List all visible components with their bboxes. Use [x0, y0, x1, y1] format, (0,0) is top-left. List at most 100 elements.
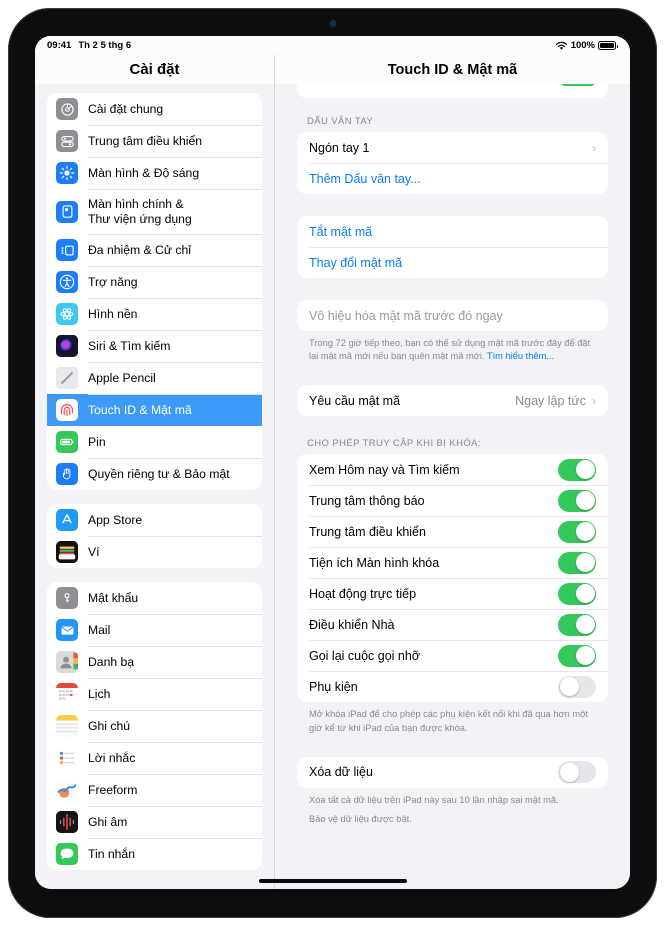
- sidebar-item-label: Freeform: [88, 782, 138, 797]
- sidebar-item-5[interactable]: Đa nhiệm & Cử chỉ: [47, 234, 262, 266]
- finger-1-row[interactable]: Ngón tay 1 ›: [297, 132, 608, 163]
- sidebar-item-1[interactable]: Mật khẩu: [47, 582, 262, 614]
- sidebar-item-1[interactable]: Cài đặt chung: [47, 93, 262, 125]
- contacts-icon: [56, 651, 78, 673]
- lock-access-toggle[interactable]: [558, 644, 596, 667]
- chevron-right-icon: ›: [592, 140, 596, 155]
- sidebar-item-2[interactable]: Ví: [47, 536, 262, 568]
- erase-data-footnote-1: Xóa tất cả dữ liệu trên iPad này sau 10 …: [309, 794, 559, 805]
- wifi-icon: [555, 41, 567, 50]
- expire-passcode-row[interactable]: Vô hiệu hóa mật mã trước đó ngay: [297, 300, 608, 331]
- home-indicator[interactable]: [258, 878, 407, 883]
- lock-access-label: Phụ kiện: [309, 679, 358, 694]
- require-passcode-card: Yêu cầu mật mã Ngay lập tức ›: [297, 385, 608, 417]
- change-passcode-row[interactable]: Thay đổi mật mã: [297, 247, 608, 278]
- lock-access-row-7[interactable]: Gọi lại cuộc gọi nhỡ: [297, 640, 608, 671]
- lock-access-toggle[interactable]: [558, 458, 596, 481]
- lock-access-row-3[interactable]: Trung tâm điều khiển: [297, 516, 608, 547]
- sidebar-item-9[interactable]: Apple Pencil: [47, 362, 262, 394]
- fingerprint-card: Ngón tay 1 › Thêm Dấu vân tay...: [297, 132, 608, 194]
- sidebar-item-10[interactable]: Touch ID & Mật mã: [47, 394, 262, 426]
- sidebar-item-label: Màn hình chính & Thư viện ứng dụng: [88, 196, 192, 226]
- lock-access-card: Xem Hôm nay và Tìm kiếm Trung tâm thông b…: [297, 454, 608, 703]
- battery-percent-label: 100%: [570, 40, 595, 51]
- erase-data-card: Xóa dữ liệu: [297, 756, 608, 788]
- sidebar-item-1[interactable]: App Store: [47, 504, 262, 536]
- sidebar-item-6[interactable]: Lời nhắc: [47, 742, 262, 774]
- detail-scroll-area[interactable]: DẤU VÂN TAY Ngón tay 1 › Thêm Dấu vân ta…: [275, 75, 630, 889]
- sidebar-item-label: Siri & Tìm kiếm: [88, 338, 171, 353]
- sidebar-group-1: Cài đặt chung Trung tâm điều khiển Màn hìn…: [47, 93, 262, 490]
- sidebar-item-12[interactable]: Quyền riêng tư & Bảo mật: [47, 458, 262, 490]
- sidebar-group-3: Mật khẩu Mail Danh bạ Lịch Ghi chú Lời nhắc Fr…: [47, 582, 262, 870]
- lock-access-row-1[interactable]: Xem Hôm nay và Tìm kiếm: [297, 454, 608, 485]
- turn-off-passcode-row[interactable]: Tắt mật mã: [297, 216, 608, 247]
- sidebar-item-8[interactable]: Siri & Tìm kiếm: [47, 330, 262, 362]
- app-store-icon: [56, 509, 78, 531]
- sidebar-item-6[interactable]: Trợ năng: [47, 266, 262, 298]
- lock-access-toggle[interactable]: [558, 520, 596, 543]
- key-icon: [56, 587, 78, 609]
- sidebar-item-2[interactable]: Trung tâm điều khiển: [47, 125, 262, 157]
- lock-access-toggle[interactable]: [558, 489, 596, 512]
- lock-access-row-4[interactable]: Tiện ích Màn hình khóa: [297, 547, 608, 578]
- gear-icon: [56, 98, 78, 120]
- sidebar-item-3[interactable]: Danh bạ: [47, 646, 262, 678]
- add-fingerprint-label: Thêm Dấu vân tay...: [309, 171, 421, 186]
- sidebar-item-11[interactable]: Pin: [47, 426, 262, 458]
- messages-icon: [56, 843, 78, 865]
- lock-access-label: Hoạt động trực tiếp: [309, 586, 417, 601]
- calendar-icon: [56, 683, 78, 705]
- finger-1-label: Ngón tay 1: [309, 140, 370, 155]
- lock-access-row-2[interactable]: Trung tâm thông báo: [297, 485, 608, 516]
- require-passcode-label: Yêu cầu mật mã: [309, 393, 401, 408]
- notes-icon: [56, 715, 78, 737]
- sidebar-item-label: Mail: [88, 622, 111, 637]
- accessibility-icon: [56, 271, 78, 293]
- learn-more-link[interactable]: Tìm hiểu thêm...: [487, 351, 554, 361]
- lock-access-toggle[interactable]: [558, 551, 596, 574]
- sidebar-item-4[interactable]: Màn hình chính & Thư viện ứng dụng: [47, 189, 262, 234]
- ipad-screen: 09:41 Th 2 5 thg 6 100% Cài đặt Cài đặt …: [35, 36, 630, 889]
- sidebar-item-7[interactable]: Hình nền: [47, 298, 262, 330]
- sidebar-item-2[interactable]: Mail: [47, 614, 262, 646]
- status-time: 09:41: [47, 40, 72, 51]
- add-fingerprint-row[interactable]: Thêm Dấu vân tay...: [297, 163, 608, 194]
- change-passcode-label: Thay đổi mật mã: [309, 255, 403, 270]
- sidebar-item-label: Mật khẩu: [88, 590, 139, 605]
- expire-passcode-card: Vô hiệu hóa mật mã trước đó ngay: [297, 300, 608, 331]
- sidebar-item-8[interactable]: Ghi âm: [47, 806, 262, 838]
- erase-data-label: Xóa dữ liệu: [309, 765, 373, 780]
- sidebar-item-label: App Store: [88, 512, 143, 527]
- sidebar-item-label: Đa nhiệm & Cử chỉ: [88, 242, 191, 257]
- sidebar-item-label: Touch ID & Mật mã: [88, 402, 192, 417]
- siri-icon: [56, 335, 78, 357]
- sidebar-item-5[interactable]: Ghi chú: [47, 710, 262, 742]
- sidebar-scroll-area[interactable]: Cài đặt chung Trung tâm điều khiển Màn hìn…: [35, 84, 274, 889]
- lock-access-row-6[interactable]: Điều khiển Nhà: [297, 609, 608, 640]
- lock-access-label: Trung tâm điều khiển: [309, 524, 426, 539]
- lock-access-row-8[interactable]: Phụ kiện: [297, 671, 608, 702]
- lock-access-toggle[interactable]: [558, 675, 596, 698]
- lock-access-toggle[interactable]: [558, 582, 596, 605]
- lock-access-row-5[interactable]: Hoạt động trực tiếp: [297, 578, 608, 609]
- erase-data-row[interactable]: Xóa dữ liệu: [297, 757, 608, 788]
- require-passcode-row[interactable]: Yêu cầu mật mã Ngay lập tức ›: [297, 385, 608, 416]
- multitasking-icon: [56, 239, 78, 261]
- sidebar-item-3[interactable]: Màn hình & Độ sáng: [47, 157, 262, 189]
- chevron-right-icon: ›: [592, 393, 596, 408]
- passcode-actions-card: Tắt mật mã Thay đổi mật mã: [297, 216, 608, 278]
- expire-passcode-footnote: Trong 72 giờ tiếp theo, bạn có thể sử dụ…: [297, 331, 608, 363]
- sidebar-item-label: Lời nhắc: [88, 750, 136, 765]
- lock-access-toggle[interactable]: [558, 613, 596, 636]
- wallet-icon: [56, 541, 78, 563]
- erase-data-toggle[interactable]: [558, 761, 596, 784]
- fingerprint-section-header: DẤU VÂN TAY: [307, 116, 374, 127]
- sidebar-item-label: Lịch: [88, 686, 111, 701]
- sidebar-item-label: Hình nền: [88, 306, 138, 321]
- control-center-icon: [56, 130, 78, 152]
- sidebar-item-7[interactable]: Freeform: [47, 774, 262, 806]
- sidebar-item-9[interactable]: Tin nhắn: [47, 838, 262, 870]
- sidebar-group-2: App Store Ví: [47, 504, 262, 568]
- sidebar-item-4[interactable]: Lịch: [47, 678, 262, 710]
